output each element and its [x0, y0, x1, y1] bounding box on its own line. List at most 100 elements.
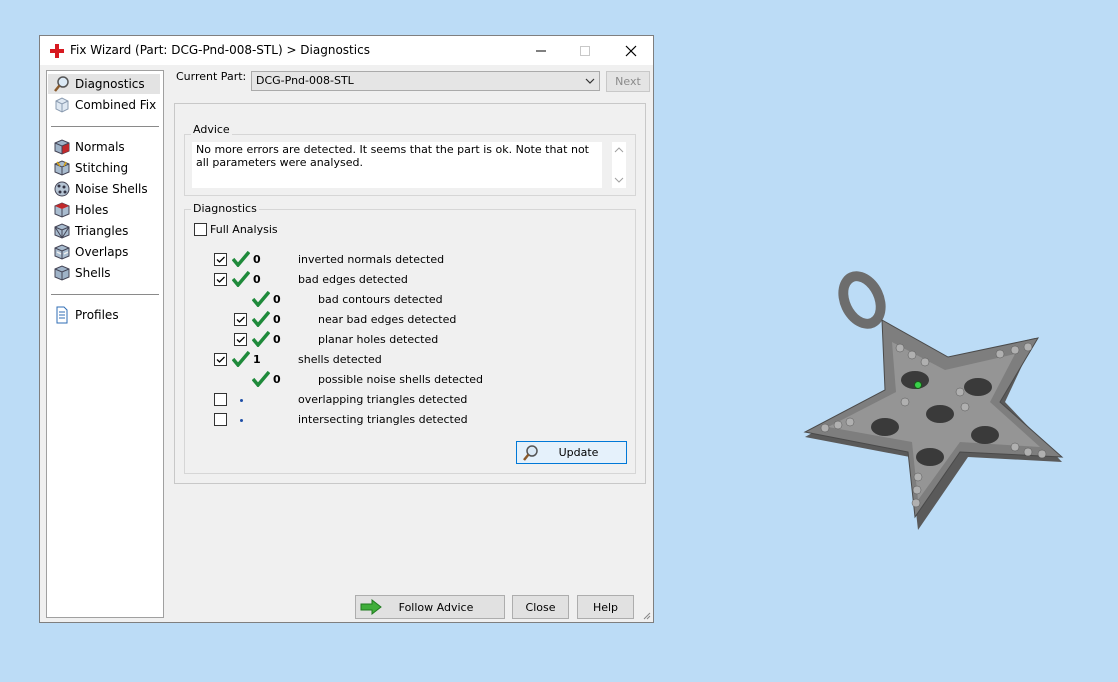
inverted-normals-count: 0	[253, 253, 261, 266]
advice-title: Advice	[191, 123, 232, 136]
bad-edges-checkbox[interactable]	[214, 273, 227, 286]
sidebar-item-profiles[interactable]: Profiles	[48, 305, 160, 325]
sidebar-item-shells[interactable]: Shells	[48, 263, 160, 283]
sidebar-item-label: Holes	[75, 203, 109, 217]
window-title: Fix Wizard (Part: DCG-Pnd-008-STL) > Dia…	[70, 43, 370, 57]
ok-check-icon	[252, 311, 270, 327]
ok-check-icon	[232, 271, 250, 287]
diagnostics-title: Diagnostics	[191, 202, 259, 215]
pending-dot-icon	[240, 419, 243, 422]
overlaps-cube-icon	[54, 244, 70, 260]
noise-shells-icon	[54, 181, 70, 197]
near-bad-edges-count: 0	[273, 313, 281, 326]
sidebar-item-label: Normals	[75, 140, 125, 154]
sidebar-item-label: Stitching	[75, 161, 129, 175]
ok-check-icon	[232, 251, 250, 267]
document-icon	[56, 306, 68, 324]
inverted-normals-checkbox[interactable]	[214, 253, 227, 266]
arrow-right-icon	[360, 599, 382, 615]
close-icon	[625, 45, 637, 56]
sidebar-item-triangles[interactable]: Triangles	[48, 221, 160, 241]
sidebar-item-label: Overlaps	[75, 245, 129, 259]
planar-holes-label: planar holes detected	[318, 333, 439, 346]
bad-contours-count: 0	[273, 293, 281, 306]
planar-holes-checkbox[interactable]	[234, 333, 247, 346]
sidebar-item-stitching[interactable]: Stitching	[48, 158, 160, 178]
planar-holes-count: 0	[273, 333, 281, 346]
sidebar-item-label: Shells	[75, 266, 111, 280]
noise-shells-count: 0	[273, 373, 281, 386]
ok-check-icon	[252, 331, 270, 347]
full-analysis-checkbox[interactable]	[194, 223, 207, 236]
inverted-normals-label: inverted normals detected	[298, 253, 445, 266]
shells-cube-icon	[54, 265, 70, 281]
resize-grip-icon[interactable]	[641, 610, 651, 620]
bad-contours-label: bad contours detected	[318, 293, 443, 306]
current-part-dropdown[interactable]: DCG-Pnd-008-STL	[251, 71, 600, 91]
sidebar-item-diagnostics[interactable]: Diagnostics	[48, 74, 160, 94]
sidebar-item-holes[interactable]: Holes	[48, 200, 160, 220]
combined-fix-icon	[55, 97, 69, 113]
current-part-value: DCG-Pnd-008-STL	[256, 74, 354, 87]
checkmark-icon	[236, 336, 245, 343]
overlapping-triangles-checkbox[interactable]	[214, 393, 227, 406]
update-button[interactable]: Update	[516, 441, 627, 464]
overlapping-triangles-label: overlapping triangles detected	[298, 393, 468, 406]
shells-checkbox[interactable]	[214, 353, 227, 366]
selection-marker-icon	[914, 381, 922, 389]
full-analysis-label[interactable]: Full Analysis	[210, 223, 278, 236]
sidebar-item-label: Combined Fix	[75, 98, 157, 112]
advice-text: No more errors are detected. It seems th…	[192, 142, 602, 188]
close-button[interactable]: Close	[512, 595, 569, 619]
update-label: Update	[558, 446, 599, 459]
bad-edges-label: bad edges detected	[298, 273, 408, 286]
fix-wizard-window: Fix Wizard (Part: DCG-Pnd-008-STL) > Dia…	[39, 35, 654, 623]
sidebar-item-label: Noise Shells	[75, 182, 148, 196]
ok-check-icon	[252, 371, 270, 387]
holes-cube-icon	[54, 202, 70, 218]
close-window-button[interactable]	[608, 36, 654, 65]
intersecting-triangles-label: intersecting triangles detected	[298, 413, 468, 426]
pending-dot-icon	[240, 399, 243, 402]
scroll-down-icon	[614, 177, 624, 183]
minimize-button[interactable]	[518, 36, 564, 65]
normals-cube-icon	[54, 139, 70, 155]
checkmark-icon	[216, 356, 225, 363]
red-cross-icon	[50, 44, 64, 58]
near-bad-edges-label: near bad edges detected	[318, 313, 457, 326]
advice-scrollbar[interactable]	[612, 142, 626, 188]
star-pendant-model[interactable]	[800, 262, 1070, 537]
shells-count: 1	[253, 353, 261, 366]
sidebar-item-overlaps[interactable]: Overlaps	[48, 242, 160, 262]
ok-check-icon	[232, 351, 250, 367]
follow-advice-label: Follow Advice	[398, 600, 474, 614]
triangles-cube-icon	[54, 223, 70, 239]
chevron-down-icon	[585, 78, 595, 84]
current-part-label: Current Part:	[176, 70, 247, 83]
stitching-cube-icon	[54, 160, 70, 176]
magnifier-icon	[54, 76, 69, 92]
sidebar-item-combined-fix[interactable]: Combined Fix	[48, 95, 160, 115]
minimize-icon	[536, 50, 546, 51]
next-button[interactable]: Next	[606, 71, 650, 92]
help-button[interactable]: Help	[577, 595, 634, 619]
bad-edges-count: 0	[253, 273, 261, 286]
sidebar-divider	[51, 294, 159, 295]
sidebar-item-label: Triangles	[75, 224, 129, 238]
checkmark-icon	[236, 316, 245, 323]
magnifier-icon	[523, 445, 538, 461]
sidebar-divider	[51, 126, 159, 127]
title-bar[interactable]: Fix Wizard (Part: DCG-Pnd-008-STL) > Dia…	[40, 36, 653, 65]
near-bad-edges-checkbox[interactable]	[234, 313, 247, 326]
follow-advice-button[interactable]: Follow Advice	[355, 595, 505, 619]
maximize-button[interactable]	[562, 36, 608, 65]
scroll-up-icon	[614, 147, 624, 153]
sidebar: Diagnostics Combined Fix Normals Stitchi…	[46, 70, 164, 618]
ok-check-icon	[252, 291, 270, 307]
intersecting-triangles-checkbox[interactable]	[214, 413, 227, 426]
maximize-icon	[580, 45, 590, 56]
sidebar-item-noise-shells[interactable]: Noise Shells	[48, 179, 160, 199]
sidebar-item-label: Diagnostics	[75, 77, 145, 91]
checkmark-icon	[216, 276, 225, 283]
sidebar-item-normals[interactable]: Normals	[48, 137, 160, 157]
